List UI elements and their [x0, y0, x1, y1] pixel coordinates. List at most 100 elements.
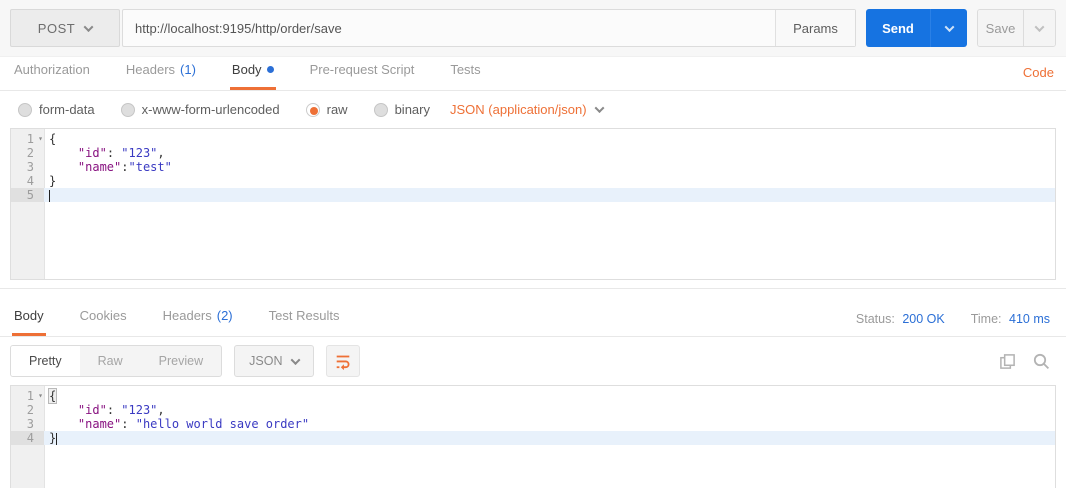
- wrap-text-button[interactable]: [326, 345, 361, 377]
- url-group: Params: [122, 9, 856, 47]
- radio-binary[interactable]: binary: [373, 102, 430, 117]
- editor-line[interactable]: 2 "id": "123",: [11, 146, 1055, 160]
- status-indicator: Status: 200 OK: [856, 312, 945, 326]
- send-dropdown-button[interactable]: [930, 9, 967, 47]
- code-line-text[interactable]: "id": "123",: [44, 403, 1055, 417]
- wrap-text-icon: [337, 355, 350, 370]
- tab-label: Headers: [125, 62, 176, 77]
- tab-label: Authorization: [14, 62, 90, 77]
- time-value: 410 ms: [1009, 312, 1050, 326]
- save-dropdown-button[interactable]: [1023, 10, 1055, 46]
- response-body-editor[interactable]: 1 ▾{2 "id": "123", 3 "name": "hello world …: [10, 385, 1056, 488]
- headers-count-badge: (1): [180, 62, 196, 77]
- editor-line[interactable]: 4}: [11, 431, 1055, 445]
- pretty-button[interactable]: Pretty: [11, 346, 80, 376]
- send-button[interactable]: Send: [866, 9, 930, 47]
- response-format-select[interactable]: JSON: [234, 345, 315, 377]
- text-cursor: [49, 190, 50, 202]
- radio-form-data[interactable]: form-data: [18, 102, 95, 117]
- line-number: 5: [11, 188, 44, 202]
- tab-label: Test Results: [268, 308, 340, 323]
- content-type-label: JSON (application/json): [450, 102, 587, 117]
- radio-icon[interactable]: [18, 102, 32, 117]
- format-label: JSON: [249, 354, 283, 368]
- line-number: 2: [26, 146, 34, 160]
- line-number: 3: [26, 417, 34, 431]
- view-mode-group: Pretty Raw Preview: [10, 345, 223, 377]
- tab-authorization[interactable]: Authorization: [12, 54, 92, 90]
- line-number: 2: [26, 403, 34, 417]
- code-line-text[interactable]: "name": "hello world save order": [44, 417, 1055, 431]
- tab-body[interactable]: Body: [229, 54, 276, 90]
- tab-label: Pre-request Script: [309, 62, 415, 77]
- editor-line[interactable]: 1 ▾{: [11, 132, 1055, 146]
- headers-count-badge: (2): [216, 308, 233, 323]
- method-label: POST: [37, 20, 76, 36]
- content-type-select[interactable]: JSON (application/json): [450, 102, 605, 117]
- status-value: 200 OK: [902, 312, 945, 326]
- request-body-editor[interactable]: 1 ▾{2 "id": "123", 3 "name":"test" 4} 5: [10, 128, 1056, 280]
- copy-response-button[interactable]: [999, 353, 1016, 370]
- url-input[interactable]: [123, 10, 775, 46]
- tab-test-results[interactable]: Test Results: [267, 300, 342, 336]
- tab-headers[interactable]: Headers (1): [124, 54, 198, 90]
- line-number: 1 ▾: [26, 132, 43, 146]
- params-button[interactable]: Params: [775, 10, 855, 46]
- chevron-down-icon: [944, 21, 954, 32]
- save-button-group: Save: [977, 9, 1056, 47]
- copy-icon: [1000, 353, 1015, 369]
- code-line-text[interactable]: }: [44, 431, 1055, 445]
- time-label: Time:: [970, 312, 1002, 326]
- line-number: 1 ▾: [26, 389, 43, 403]
- editor-line[interactable]: 3 "name": "hello world save order": [11, 417, 1055, 431]
- code-line-text[interactable]: "name":"test": [44, 160, 1055, 174]
- chevron-down-icon: [1034, 21, 1045, 32]
- code-line-text[interactable]: {: [44, 132, 1055, 146]
- tab-label: Body: [231, 62, 262, 77]
- fold-arrow-icon[interactable]: ▾: [38, 132, 43, 146]
- radio-label: binary: [394, 102, 430, 117]
- chevron-down-icon: [83, 21, 94, 32]
- search-response-button[interactable]: [1032, 352, 1050, 370]
- code-line-text[interactable]: {: [44, 388, 1055, 404]
- save-button[interactable]: Save: [978, 10, 1023, 46]
- raw-button[interactable]: Raw: [80, 346, 141, 376]
- radio-label: raw: [326, 102, 348, 117]
- radio-x-www-form-urlencoded[interactable]: x-www-form-urlencoded: [120, 102, 280, 117]
- time-indicator: Time: 410 ms: [971, 312, 1050, 326]
- radio-raw[interactable]: raw: [305, 102, 348, 117]
- radio-icon[interactable]: [373, 102, 388, 117]
- radio-label: form-data: [39, 102, 95, 117]
- tab-label: Headers: [162, 308, 212, 323]
- code-line-text[interactable]: [44, 188, 1055, 202]
- editor-line[interactable]: 2 "id": "123",: [11, 403, 1055, 417]
- tab-pre-request-script[interactable]: Pre-request Script: [308, 54, 417, 90]
- text-cursor: [56, 433, 58, 445]
- radio-label: x-www-form-urlencoded: [141, 102, 280, 117]
- response-toolbar: Pretty Raw Preview JSON: [0, 337, 1066, 385]
- send-button-group: Send: [866, 9, 967, 47]
- editor-line[interactable]: 1 ▾{: [11, 388, 1055, 404]
- radio-icon[interactable]: [120, 102, 135, 117]
- preview-button[interactable]: Preview: [141, 346, 221, 376]
- tab-cookies[interactable]: Cookies: [78, 300, 129, 336]
- fold-arrow-icon[interactable]: ▾: [38, 389, 43, 403]
- code-link[interactable]: Code: [1023, 65, 1054, 80]
- tab-response-headers[interactable]: Headers (2): [161, 300, 235, 336]
- code-line-text[interactable]: }: [44, 174, 1055, 188]
- editor-line[interactable]: 5: [11, 188, 1055, 202]
- request-tabs: Authorization Headers (1) Body Pre-reque…: [0, 57, 1066, 91]
- editor-line[interactable]: 4}: [11, 174, 1055, 188]
- status-label: Status:: [855, 312, 895, 326]
- editor-line[interactable]: 3 "name":"test": [11, 160, 1055, 174]
- tab-label: Cookies: [79, 308, 127, 323]
- tab-response-body[interactable]: Body: [12, 300, 46, 336]
- code-line-text[interactable]: "id": "123",: [44, 146, 1055, 160]
- chevron-down-icon: [291, 354, 301, 365]
- search-icon: [1033, 353, 1050, 370]
- radio-selected-icon[interactable]: [305, 102, 320, 117]
- tab-tests[interactable]: Tests: [448, 54, 482, 90]
- line-number: 4: [26, 174, 34, 188]
- method-select[interactable]: POST: [10, 9, 120, 47]
- chevron-down-icon: [594, 103, 605, 114]
